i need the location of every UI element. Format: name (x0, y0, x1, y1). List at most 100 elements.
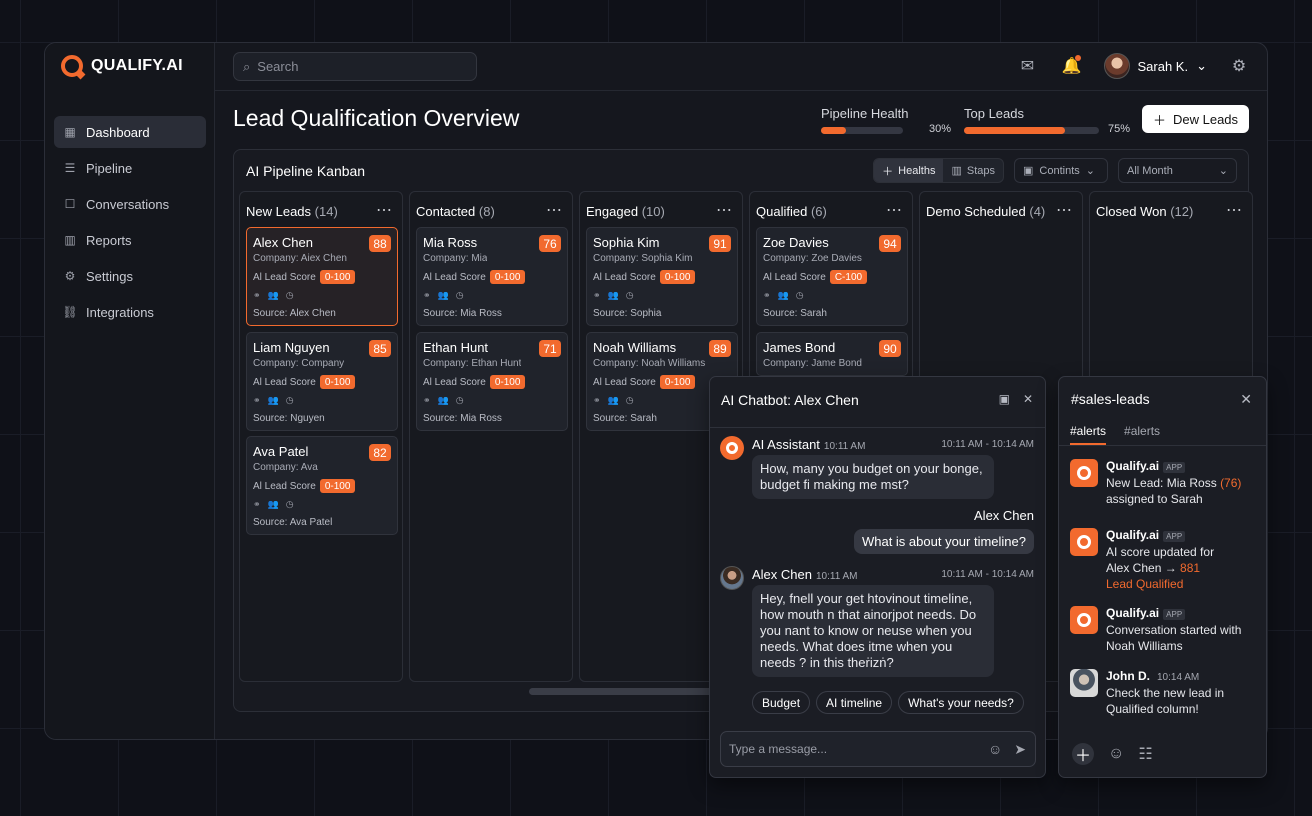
sidebar-item-reports[interactable]: ▥ Reports (54, 224, 206, 256)
columns-icon: ▥ (951, 165, 962, 177)
gear-icon[interactable]: ⚙ (1227, 54, 1251, 78)
ai-chatbot-panel: AI Chatbot: Alex Chen ▣ ✕ AI Assistant 10… (709, 376, 1046, 778)
sidebar-item-conversations[interactable]: ☐ Conversations (54, 188, 206, 220)
lead-card[interactable]: Liam Nguyen 85 Company: Company Al Lead … (246, 332, 398, 431)
percent-label: 30% (929, 123, 952, 135)
more-icon[interactable]: ⋯ (886, 200, 903, 220)
kanban-column-new-leads: New Leads (14) ⋯ Alex Chen 88 Company: A… (239, 191, 403, 682)
period-dropdown[interactable]: All Month ⌄ (1118, 158, 1237, 183)
brand-logo[interactable]: QUALIFY.AI (61, 55, 183, 77)
search-box[interactable]: ⌕ (233, 52, 477, 81)
message-text: AI score updated for Alex Chen → 881 Lead … (1106, 545, 1215, 591)
chevron-down-icon: ⌄ (1218, 165, 1228, 177)
clock-icon: ◷ (795, 290, 804, 300)
send-icon[interactable]: ➤ (1014, 741, 1026, 758)
board-controls: ＋ Healths ▥ Staps ▣ Contints ⌄ All Month ⌄ (873, 158, 1237, 183)
sidebar-item-dashboard[interactable]: ▦ Dashboard (54, 116, 206, 148)
message-composer[interactable]: ☺ ➤ (720, 731, 1036, 767)
search-icon: ⌕ (243, 58, 251, 74)
message-input[interactable] (729, 742, 969, 756)
lead-card[interactable]: Zoe Davies 94 Company: Zoe Davies Al Lea… (756, 227, 908, 326)
more-icon[interactable]: ⋯ (376, 200, 393, 220)
company-text: Company: Ava (253, 462, 318, 473)
lead-name: Mia Ross (423, 235, 478, 250)
card-icons: ⚭ 👥 ◷ (423, 395, 464, 406)
sidebar-item-label: Integrations (86, 304, 154, 320)
bell-icon[interactable]: 🔔 (1060, 54, 1084, 78)
assistant-avatar (720, 436, 744, 460)
search-input[interactable] (257, 59, 458, 74)
lead-card[interactable]: Alex Chen 88 Company: Aiex Chen Al Lead … (246, 227, 398, 326)
plus-icon: ＋ (1152, 112, 1166, 128)
chip-timeline[interactable]: AI timeline (816, 691, 893, 714)
pipeline-health: Pipeline Health 30% (821, 106, 951, 135)
steps-view-button[interactable]: ▥ Staps (943, 159, 1003, 182)
lead-card[interactable]: Sophia Kim 91 Company: Sophia Kim Al Lea… (586, 227, 738, 326)
health-view-button[interactable]: ＋ Healths (874, 159, 944, 182)
close-icon[interactable]: ✕ (1023, 392, 1033, 406)
tab-alerts[interactable]: #alerts (1070, 424, 1107, 445)
sidebar-item-integrations[interactable]: ⛓ Integrations (54, 296, 206, 328)
format-icon[interactable]: ☷ (1138, 744, 1152, 764)
clock-icon: ◷ (625, 290, 634, 300)
link-icon: ⚭ (253, 290, 261, 300)
users-icon: 👥 (437, 395, 449, 405)
emoji-icon[interactable]: ☺ (1108, 745, 1124, 763)
lead-score-row: Al Lead Score C-100 (763, 270, 868, 284)
contact-message: Hey, fnell your get htovinout timeline, … (752, 585, 994, 677)
report-icon: ▥ (64, 233, 76, 247)
lead-card[interactable]: Ethan Hunt 71 Company: Ethan Hunt Al Lea… (416, 332, 568, 431)
chip-budget[interactable]: Budget (752, 691, 811, 714)
kanban-column-contacted: Contacted (8) ⋯ Mia Ross 76 Company: Mia… (409, 191, 573, 682)
lead-name: Ava Patel (253, 444, 309, 459)
lead-name: James Bond (763, 340, 836, 355)
lead-card[interactable]: James Bond 90 Company: Jame Bond (756, 332, 908, 376)
users-icon: 👥 (267, 499, 279, 509)
more-icon[interactable]: ⋯ (1226, 200, 1243, 220)
link-icon: ⚭ (253, 499, 261, 509)
lead-name: Sophia Kim (593, 235, 660, 250)
close-icon[interactable]: ✕ (1240, 391, 1252, 408)
main-navigation: ▦ Dashboard ☰ Pipeline ☐ Conversations ▥… (54, 116, 206, 332)
lead-score-row: Al Lead Score 0-100 (253, 270, 356, 284)
sender-name: John D. 10:14 AM (1106, 669, 1200, 683)
company-text: Company: Zoe Davies (763, 253, 862, 264)
new-leads-button[interactable]: ＋ Dew Leads (1142, 105, 1249, 133)
lead-score-row: Al Lead Score 0-100 (593, 375, 696, 389)
users-icon: 👥 (267, 395, 279, 405)
link-icon: ⚭ (423, 290, 431, 300)
clock-icon: ◷ (455, 395, 464, 405)
more-icon[interactable]: ⋯ (546, 200, 563, 220)
plus-icon[interactable]: ＋ (1072, 743, 1094, 765)
lead-name: Alex Chen (253, 235, 313, 250)
divider (710, 427, 1045, 428)
more-icon[interactable]: ⋯ (1056, 200, 1073, 220)
user-menu[interactable]: Sarah K. ⌄ (1103, 53, 1207, 79)
sidebar-item-pipeline[interactable]: ☰ Pipeline (54, 152, 206, 184)
mail-icon[interactable]: ✉ (1016, 54, 1040, 78)
emoji-icon[interactable]: ☺ (988, 741, 1002, 758)
sidebar-item-label: Dashboard (86, 124, 150, 140)
company-text: Company: Aiex Chen (253, 253, 347, 264)
score-badge: 90 (879, 340, 901, 357)
link-icon: ⚭ (593, 395, 601, 405)
source-text: Source: Nguyen (253, 413, 325, 424)
lead-score-row: Al Lead Score 0-100 (423, 270, 526, 284)
sidebar-item-settings[interactable]: ⚙ Settings (54, 260, 206, 292)
score-badge: 91 (709, 235, 731, 252)
more-icon[interactable]: ⋯ (716, 200, 733, 220)
lead-card[interactable]: Ava Patel 82 Company: Ava Al Lead Score 0… (246, 436, 398, 535)
company-text: Company: Ethan Hunt (423, 358, 522, 369)
grid-icon: ▦ (64, 125, 76, 139)
lead-card[interactable]: Mia Ross 76 Company: Mia Al Lead Score 0-… (416, 227, 568, 326)
sender-name: Qualify.ai APP (1106, 528, 1186, 542)
tab-alerts-secondary[interactable]: #alerts (1124, 424, 1160, 445)
channel-title: #sales-leads (1071, 391, 1150, 407)
avatar (1103, 53, 1130, 79)
chip-needs[interactable]: What's your needs? (898, 691, 1024, 714)
contacts-dropdown[interactable]: ▣ Contints ⌄ (1014, 158, 1108, 183)
plus-icon: ＋ (882, 165, 894, 178)
card-icons: ⚭ 👥 ◷ (423, 290, 464, 301)
expand-icon[interactable]: ▣ (999, 392, 1010, 406)
lead-name: Ethan Hunt (423, 340, 489, 355)
